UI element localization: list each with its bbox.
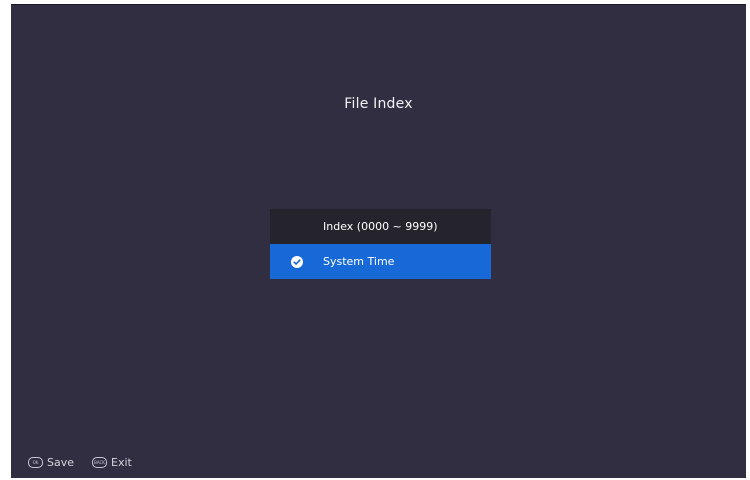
check-circle-icon <box>291 256 303 268</box>
option-index-range[interactable]: Index (0000 ~ 9999) <box>270 209 491 244</box>
exit-hint[interactable]: BACK Exit <box>92 456 132 469</box>
footer-hints: OK Save BACK Exit <box>28 456 150 469</box>
option-label: Index (0000 ~ 9999) <box>323 220 438 233</box>
save-hint[interactable]: OK Save <box>28 456 74 469</box>
exit-label: Exit <box>111 456 132 469</box>
file-index-screen: File Index Index (0000 ~ 9999) System Ti… <box>11 4 746 478</box>
option-system-time[interactable]: System Time <box>270 244 491 279</box>
back-button-icon: BACK <box>92 457 108 468</box>
ok-button-icon: OK <box>28 457 43 468</box>
file-index-menu: Index (0000 ~ 9999) System Time <box>270 209 491 279</box>
save-label: Save <box>47 456 75 469</box>
option-label: System Time <box>323 255 395 268</box>
page-title: File Index <box>344 96 413 112</box>
